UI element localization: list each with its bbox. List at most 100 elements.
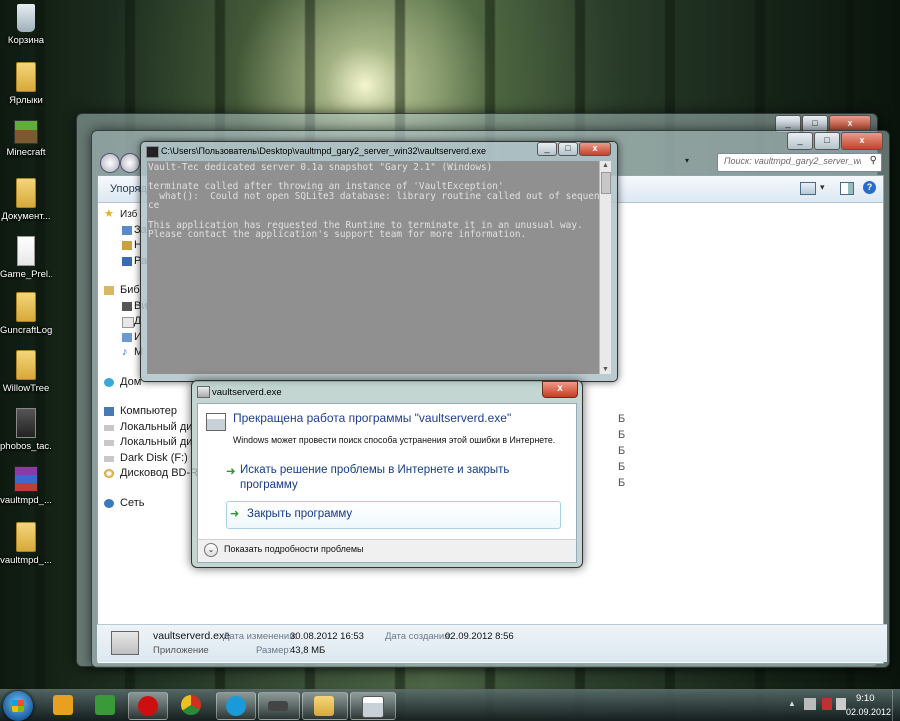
- recycle-bin-icon: [17, 4, 35, 32]
- details-size-value: 43,8 МБ: [290, 645, 326, 656]
- tray-expand-icon[interactable]: ▲: [788, 699, 796, 708]
- size-column-cell: Б: [618, 429, 626, 441]
- forward-button[interactable]: [120, 153, 140, 173]
- details-modified-label: Дата изменения:: [223, 631, 298, 642]
- desktop-icon-vaultmpd-folder[interactable]: vaultmpd_...: [0, 522, 52, 566]
- taskbar-explorer[interactable]: [302, 692, 348, 720]
- downloads-icon: [122, 225, 132, 235]
- console-app-icon: [268, 701, 288, 711]
- media-player-icon: [53, 695, 73, 715]
- close-program-option[interactable]: ➜ Закрыть программу: [226, 501, 561, 529]
- error-window-icon: [206, 413, 226, 431]
- desktop-icon-minecraft[interactable]: Minecraft: [0, 120, 52, 158]
- desktop-icon-guncraftlogs[interactable]: GuncraftLogs: [0, 292, 52, 336]
- skype-icon: [226, 696, 246, 716]
- nav-local-disk-c[interactable]: Локальный ди: [98, 420, 198, 436]
- network-icon: [104, 498, 114, 508]
- library-icon: [104, 286, 114, 295]
- taskbar-skype[interactable]: [216, 692, 256, 720]
- volume-icon[interactable]: [836, 698, 846, 710]
- chevron-down-icon[interactable]: ▾: [685, 156, 689, 165]
- folder-icon: [16, 522, 36, 552]
- search-online-option[interactable]: ➜ Искать решение проблемы в Интернете и …: [226, 463, 560, 493]
- details-created-value: 02.09.2012 8:56: [445, 631, 514, 642]
- dialog-close-button[interactable]: x: [542, 381, 578, 398]
- search-placeholder: Поиск: vaultmpd_gary2_server_win32: [724, 156, 861, 166]
- folder-icon: [16, 292, 36, 322]
- tray-clock-date[interactable]: 02.09.2012: [846, 707, 891, 717]
- start-button[interactable]: [3, 691, 33, 721]
- taskbar: ▲ 9:10 02.09.2012: [0, 689, 900, 721]
- computer-icon: [104, 407, 114, 416]
- dialog-body: Прекращена работа программы "vaultserver…: [197, 403, 577, 541]
- back-button[interactable]: [100, 153, 120, 173]
- console-window: C:\Users\Пользователь\Desktop\vaultmpd_g…: [140, 141, 618, 382]
- desktop-icon: [122, 256, 132, 266]
- size-column-cell: Б: [618, 413, 626, 425]
- console-app-icon: [146, 146, 159, 158]
- scroll-up-icon[interactable]: ▲: [602, 162, 609, 169]
- recent-places-icon: [122, 241, 132, 250]
- taskbar-console[interactable]: [258, 692, 300, 720]
- drive-icon: [104, 424, 114, 431]
- image-icon: [16, 408, 36, 438]
- chevron-down-icon[interactable]: ▾: [820, 182, 825, 193]
- close-icon[interactable]: x: [841, 132, 883, 150]
- nav-bd-drive[interactable]: Дисковод BD-R: [98, 466, 198, 482]
- desktop-icon-documents[interactable]: Документ...: [0, 178, 52, 222]
- scroll-thumb[interactable]: [601, 172, 611, 194]
- details-file-name: vaultserverd.exe: [153, 630, 231, 642]
- scroll-down-icon[interactable]: ▼: [602, 366, 609, 373]
- show-desktop-button[interactable]: [892, 690, 900, 721]
- taskbar-chrome[interactable]: [172, 692, 210, 718]
- nav-computer[interactable]: Компьютер: [98, 404, 198, 420]
- minimize-icon[interactable]: _: [537, 142, 557, 156]
- view-options-icon[interactable]: [800, 182, 816, 195]
- details-file-type: Приложение: [153, 645, 209, 656]
- details-toggle[interactable]: ⌄ Показать подробности проблемы: [204, 543, 404, 559]
- desktop-icon-vaultmpd-archive[interactable]: vaultmpd_...: [0, 466, 52, 506]
- details-modified-value: 30.08.2012 16:53: [290, 631, 364, 642]
- desktop-icon-shortcuts[interactable]: Ярлыки: [0, 62, 52, 106]
- close-icon[interactable]: x: [579, 142, 611, 156]
- task-manager-icon: [95, 695, 115, 715]
- video-icon: [122, 301, 132, 311]
- tray-clock-time[interactable]: 9:10: [856, 693, 875, 704]
- details-size-label: Размер:: [256, 645, 292, 656]
- minecraft-icon: [14, 120, 38, 144]
- nav-network[interactable]: Сеть: [98, 496, 198, 512]
- taskbar-media-player[interactable]: [44, 692, 82, 718]
- console-line: Please contact the application's support…: [148, 229, 527, 241]
- preview-pane-icon[interactable]: [840, 182, 854, 195]
- nav-local-disk-d[interactable]: Локальный ди: [98, 435, 198, 451]
- star-icon: ★: [104, 208, 114, 220]
- folder-icon: [16, 350, 36, 380]
- network-status-icon[interactable]: [804, 698, 816, 710]
- drive-icon: [104, 455, 114, 462]
- maximize-icon[interactable]: □: [814, 132, 840, 150]
- windows-logo-icon: [12, 700, 24, 712]
- chrome-icon: [181, 695, 201, 715]
- minimize-icon[interactable]: _: [787, 132, 813, 150]
- desktop-icon-recycle-bin[interactable]: Корзина: [0, 4, 52, 46]
- desktop-icon-phobos[interactable]: phobos_tac...: [0, 408, 52, 452]
- console-line: ce: [148, 200, 160, 212]
- taskbar-task-manager[interactable]: [86, 692, 124, 718]
- taskbar-error-app[interactable]: [350, 692, 396, 720]
- size-column-cell: Б: [618, 477, 626, 489]
- winrar-archive-icon: [14, 466, 38, 492]
- console-scrollbar[interactable]: ▲ ▼: [599, 161, 611, 374]
- desktop-icon-game-prel[interactable]: Game_Prel...: [0, 236, 52, 280]
- help-icon[interactable]: ?: [863, 181, 876, 194]
- search-box[interactable]: Поиск: vaultmpd_gary2_server_win32 ⚲: [717, 153, 882, 172]
- details-pane: vaultserverd.exe Приложение Дата изменен…: [97, 624, 887, 662]
- desktop-icon-willowtree[interactable]: WillowTree: [0, 350, 52, 394]
- details-created-label: Дата создания:: [385, 631, 453, 642]
- application-icon: [111, 631, 139, 655]
- taskbar-opera[interactable]: [128, 692, 168, 720]
- nav-dark-disk[interactable]: Dark Disk (F:): [98, 451, 198, 467]
- maximize-icon[interactable]: □: [558, 142, 578, 156]
- search-icon: ⚲: [869, 155, 877, 166]
- console-window-controls: _ □ x: [537, 142, 611, 156]
- action-center-icon[interactable]: [822, 698, 832, 710]
